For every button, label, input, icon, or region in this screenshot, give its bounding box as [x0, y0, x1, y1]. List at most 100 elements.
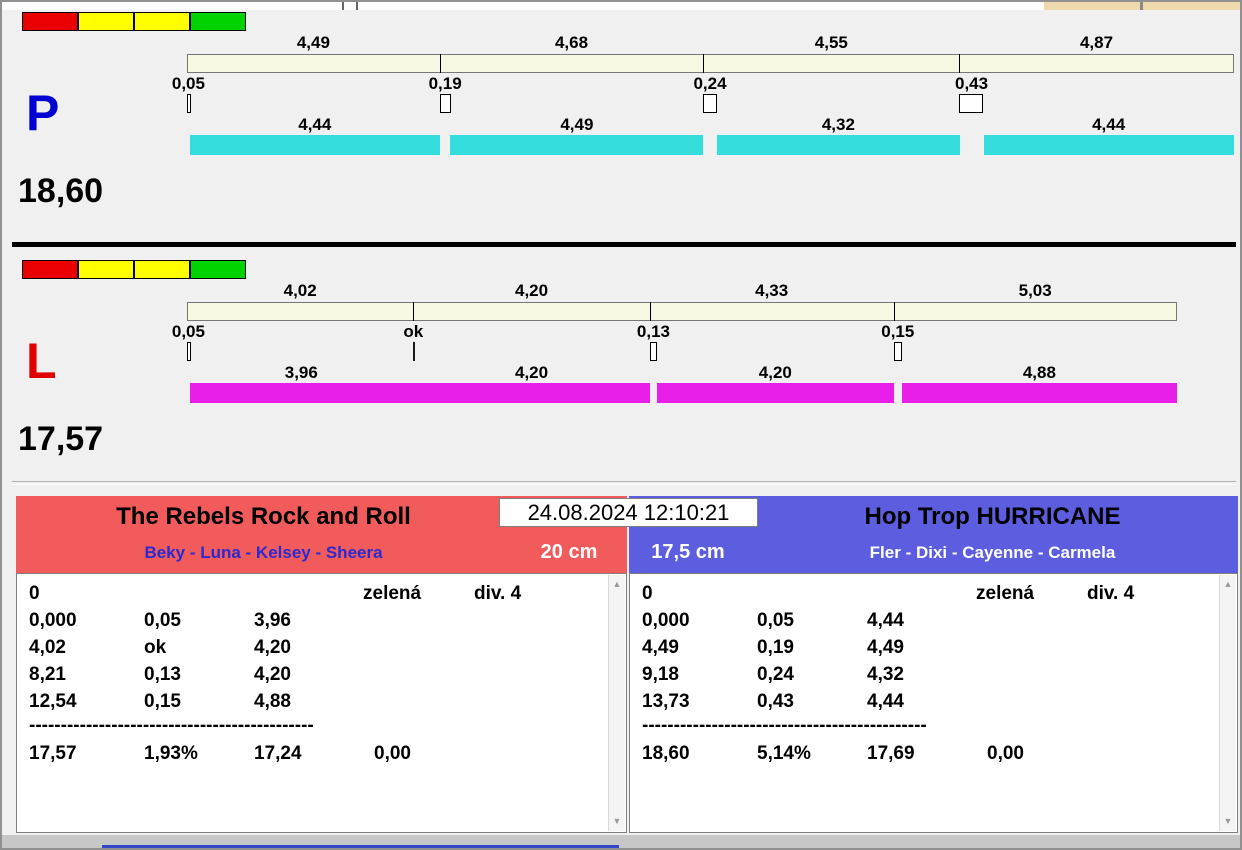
- cross-time-label: 0,43: [954, 74, 989, 93]
- dog-time-label: 4,49: [560, 115, 594, 134]
- dog-run-bar: [902, 383, 1177, 403]
- dog-time: 4,32: [867, 664, 904, 685]
- lane-timeline: 4,02 0,05 3,96 4,20 ok 4,20 4,33 0,13 4,20 5,03 0,…: [12, 258, 1236, 488]
- cross-time-label: 0,13: [636, 322, 670, 341]
- cumulative-time: 4,02: [29, 637, 66, 658]
- penalty-time: 0,00: [374, 743, 411, 764]
- cross-ok-mark: [413, 342, 416, 361]
- light-status: zelená: [976, 583, 1035, 604]
- scroll-down-icon[interactable]: ▼: [609, 814, 625, 829]
- lane-panel-left: L 17,57 4,02 0,05 3,96 4,20 ok 4,20 4,33 0,13 4,…: [12, 258, 1236, 488]
- table-separator: ----------------------------------------…: [630, 715, 1237, 740]
- table-row: 8,21 0,13 4,20: [17, 661, 626, 688]
- cumulative-time: 0,000: [29, 610, 77, 631]
- dog-time: 4,44: [867, 691, 904, 712]
- separator-dashes: ----------------------------------------…: [29, 715, 314, 736]
- dog-time: 4,49: [867, 637, 904, 658]
- crossing-time: 0,05: [757, 610, 794, 631]
- table-row: 13,73 0,43 4,44: [630, 688, 1237, 715]
- dog-run-bar: [657, 383, 894, 403]
- dog-time: 4,88: [254, 691, 291, 712]
- split-time-label: 4,49: [296, 33, 330, 52]
- cross-time-label: 0,24: [693, 74, 727, 93]
- split-time-label: 4,68: [554, 33, 589, 52]
- net-time: 17,24: [254, 743, 302, 764]
- split-time-label: 4,55: [814, 33, 848, 52]
- crossing-time: 0,13: [144, 664, 181, 685]
- dog-time: 3,96: [254, 610, 291, 631]
- table-row: 0,000 0,05 3,96: [17, 607, 626, 634]
- scroll-up-icon[interactable]: ▲: [609, 577, 625, 592]
- team-name-right: Hop Trop HURRICANE: [864, 503, 1121, 530]
- crossing-time: ok: [144, 637, 167, 658]
- crossing-time: 0,43: [757, 691, 794, 712]
- table-row: 9,18 0,24 4,32: [630, 661, 1237, 688]
- split-divider: [959, 54, 961, 73]
- dog-time: 4,20: [254, 637, 291, 658]
- status-row: 0 zelená div. 4: [17, 580, 626, 607]
- penalty-time: 0,00: [987, 743, 1024, 764]
- division-label: div. 4: [1087, 583, 1135, 604]
- lane-timeline: 4,49 0,05 4,44 4,68 0,19 4,49 4,55 0,24 4,32 4,87…: [12, 10, 1236, 240]
- summary-row: 18,60 5,14% 17,69 0,00: [630, 740, 1237, 767]
- timestamp: 24.08.2024 12:10:21: [499, 498, 758, 527]
- split-time-label: 4,33: [755, 281, 789, 300]
- background-window-line: [342, 2, 344, 10]
- summary-row: 17,57 1,93% 17,24 0,00: [17, 740, 626, 767]
- cumulative-time: 4,49: [642, 637, 679, 658]
- cross-time-label: 0,15: [881, 322, 915, 341]
- split-divider: [439, 54, 441, 73]
- dog-time-label: 4,32: [821, 115, 855, 134]
- light-status: zelená: [363, 583, 422, 604]
- lane-panel-right: P 18,60 4,49 0,05 4,44 4,68 0,19 4,49 4,55 0,24…: [12, 10, 1236, 240]
- jump-height-right: 17,5 cm: [651, 541, 725, 563]
- top-window-artifact: [2, 2, 1240, 10]
- split-divider: [413, 302, 415, 321]
- dog-time-label: 4,88: [1022, 363, 1056, 382]
- dog-run-bar: [189, 383, 413, 403]
- dog-time: 4,20: [254, 664, 291, 685]
- crossing-time: 0,05: [144, 610, 181, 631]
- dog-run-bar: [189, 135, 440, 155]
- scrollbar[interactable]: ▲ ▼: [1219, 575, 1236, 831]
- split-divider: [893, 302, 895, 321]
- table-separator: ----------------------------------------…: [17, 715, 626, 740]
- scrollbar[interactable]: ▲ ▼: [608, 575, 625, 831]
- scroll-down-icon[interactable]: ▼: [1220, 814, 1236, 829]
- cross-box: [893, 342, 902, 361]
- dog-run-bar: [413, 383, 650, 403]
- split-time-label: 5,03: [1018, 281, 1052, 300]
- penalty-count: 0: [642, 583, 653, 604]
- separator-dashes: ----------------------------------------…: [642, 715, 927, 736]
- cross-box: [439, 94, 451, 113]
- division-label: div. 4: [474, 583, 522, 604]
- loss-percent: 5,14%: [757, 743, 811, 764]
- cross-box: [649, 342, 657, 361]
- cross-time-label: 0,05: [171, 322, 205, 341]
- scroll-up-icon[interactable]: ▲: [1220, 577, 1236, 592]
- table-row: 4,49 0,19 4,49: [630, 634, 1237, 661]
- cross-time-label: ok: [403, 322, 424, 341]
- split-time-label: 4,02: [283, 281, 317, 300]
- split-time-label: 4,87: [1079, 33, 1114, 52]
- status-row: 0 zelená div. 4: [630, 580, 1237, 607]
- cumulative-time: 13,73: [642, 691, 690, 712]
- background-window-line: [1140, 2, 1143, 10]
- cross-box: [187, 342, 191, 361]
- results-panel-right: 0 zelená div. 4 0,000 0,05 4,44 4,49 0,1…: [629, 573, 1238, 833]
- cross-box: [703, 94, 718, 113]
- flyball-timing-window: P 18,60 4,49 0,05 4,44 4,68 0,19 4,49 4,55 0,24…: [0, 0, 1242, 850]
- team-dogs-right: Fler - Dixi - Cayenne - Carmela: [869, 543, 1116, 562]
- cumulative-time: 0,000: [642, 610, 690, 631]
- results-table-right: 0 zelená div. 4 0,000 0,05 4,44 4,49 0,1…: [630, 580, 1237, 767]
- separator-line: [12, 481, 1236, 485]
- crossing-time: 0,24: [757, 664, 794, 685]
- dog-time-label: 3,96: [284, 363, 318, 382]
- results-table-left: 0 zelená div. 4 0,000 0,05 3,96 4,02 ok …: [17, 580, 626, 767]
- table-row: 12,54 0,15 4,88: [17, 688, 626, 715]
- results-panel-left: 0 zelená div. 4 0,000 0,05 3,96 4,02 ok …: [16, 573, 627, 833]
- table-row: 4,02 ok 4,20: [17, 634, 626, 661]
- dog-run-bar: [983, 135, 1234, 155]
- cumulative-time: 9,18: [642, 664, 679, 685]
- total-time: 18,60: [642, 743, 690, 764]
